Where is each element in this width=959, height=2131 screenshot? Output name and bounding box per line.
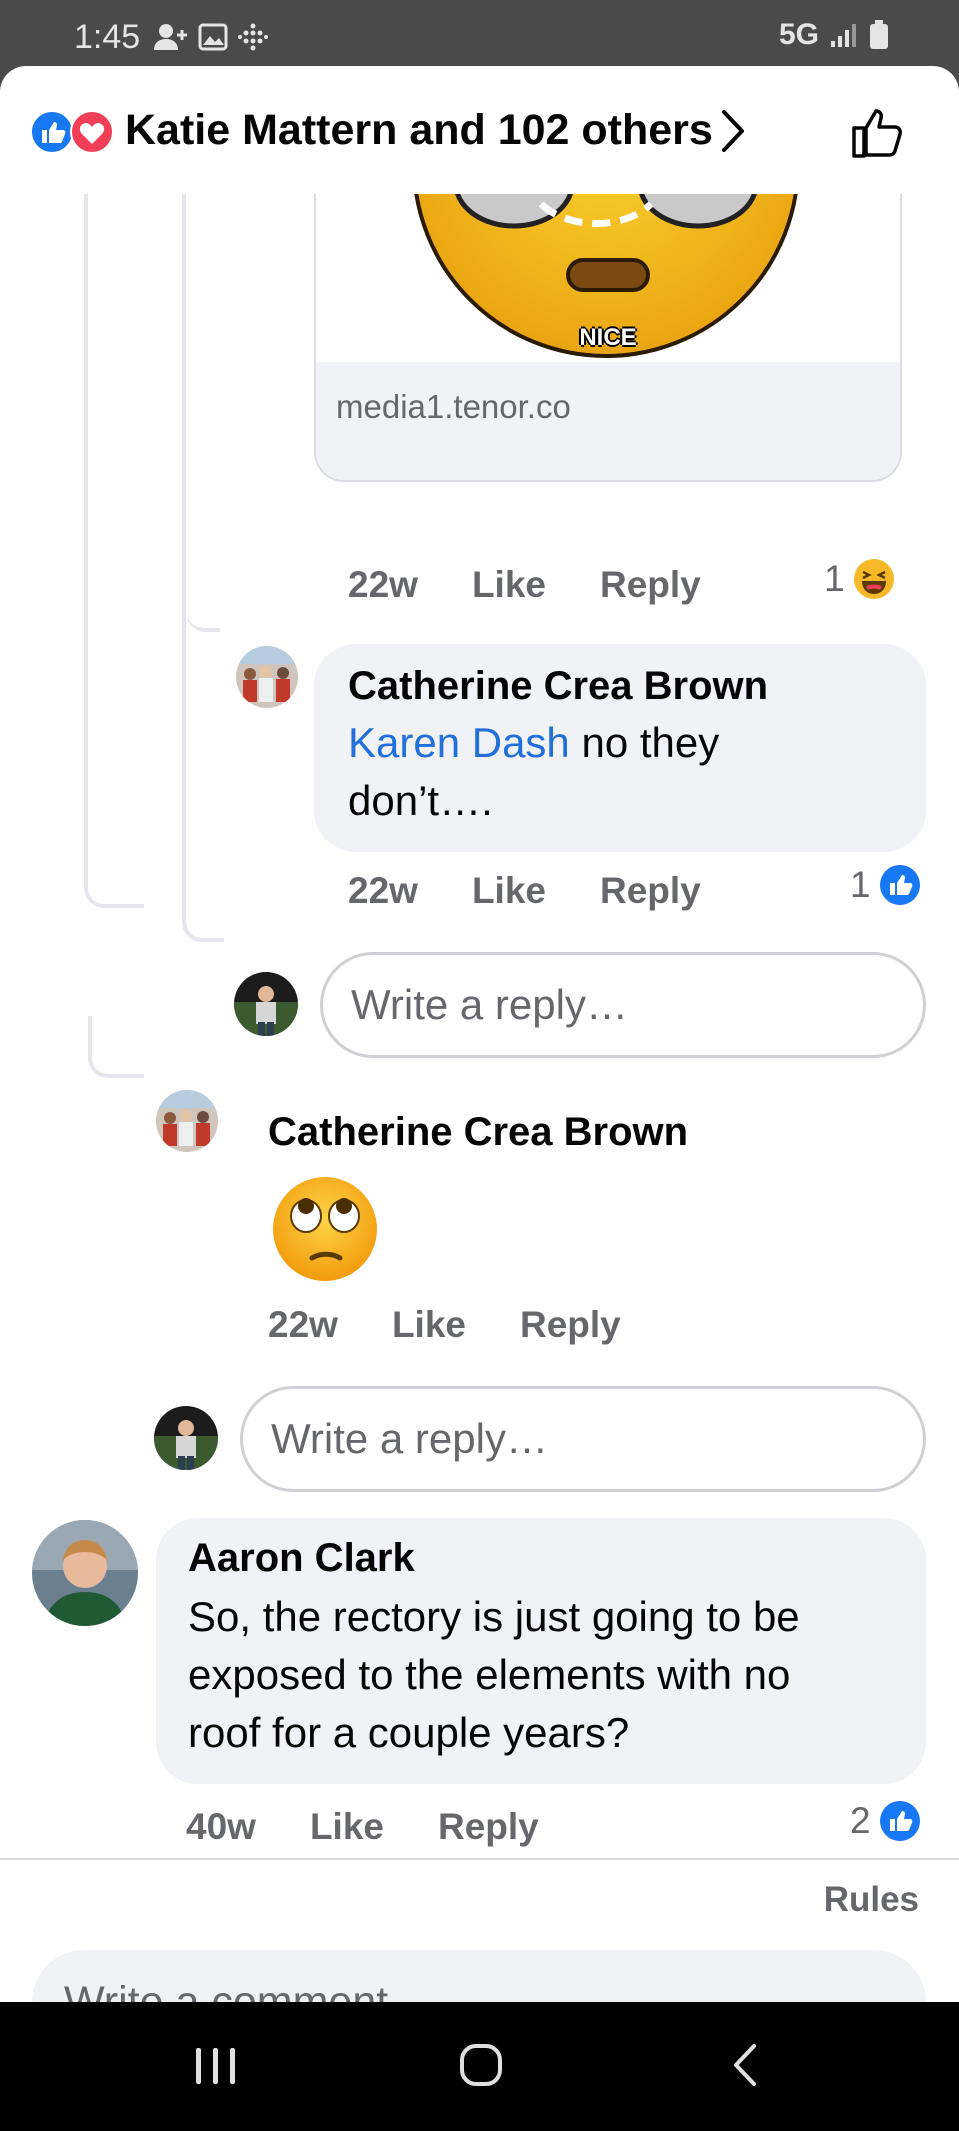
reactions-header[interactable]: Katie Mattern and 102 others <box>0 66 959 194</box>
reply-button[interactable]: Reply <box>600 870 701 912</box>
reply-button[interactable]: Reply <box>520 1304 621 1346</box>
comment-input[interactable]: Write a comment… <box>32 1950 926 2002</box>
comment-time[interactable]: 40w <box>186 1806 256 1848</box>
reaction-count[interactable]: 1 <box>850 864 921 906</box>
rules-link[interactable]: Rules <box>824 1880 919 1920</box>
avatar[interactable] <box>32 1520 138 1626</box>
status-time: 1:45 <box>74 18 141 56</box>
dots-grid-icon <box>238 23 268 51</box>
comment-author[interactable]: Catherine Crea Brown <box>268 1110 688 1155</box>
like-icon[interactable] <box>850 104 906 160</box>
chevron-right-icon[interactable] <box>718 108 748 154</box>
status-right: 5G <box>779 18 889 52</box>
comment-text-rest: no they <box>569 719 720 766</box>
avatar[interactable] <box>236 646 298 708</box>
comment-author[interactable]: Aaron Clark <box>188 1536 415 1581</box>
comment-author[interactable]: Catherine Crea Brown <box>348 664 768 709</box>
comment-bubble[interactable]: Aaron Clark So, the rectory is just goin… <box>156 1518 926 1784</box>
thread-line-inner <box>182 194 224 942</box>
gif-preview[interactable]: NICE <box>316 194 900 362</box>
reply-placeholder: Write a reply… <box>271 1415 548 1462</box>
battery-icon <box>870 20 888 49</box>
reply-button[interactable]: Reply <box>438 1806 539 1848</box>
comment-time[interactable]: 22w <box>268 1304 338 1346</box>
haha-emoji-icon <box>853 559 894 599</box>
comment-text: So, the rectory is just going to be expo… <box>188 1588 918 1762</box>
reaction-count[interactable]: 2 <box>850 1800 921 1842</box>
recent-apps-icon[interactable] <box>194 2046 238 2086</box>
my-avatar <box>154 1406 218 1470</box>
eye-roll-emoji-icon <box>273 1177 377 1281</box>
comments-sheet: Katie Mattern and 102 others NICE media1… <box>0 66 959 2002</box>
gif-caption: NICE <box>579 324 637 351</box>
like-button[interactable]: Like <box>392 1304 466 1346</box>
reply-input[interactable]: Write a reply… <box>240 1386 926 1492</box>
reactions-summary[interactable]: Katie Mattern and 102 others <box>125 106 713 155</box>
comment-time[interactable]: 22w <box>348 870 418 912</box>
thread-line-branch-2 <box>88 1016 144 1078</box>
comment-text-line1: So, the rectory is just going to be <box>188 1593 800 1640</box>
link-domain[interactable]: media1.tenor.co <box>336 388 571 426</box>
reaction-count-value: 1 <box>850 864 871 905</box>
link-footer[interactable]: media1.tenor.co <box>316 362 900 480</box>
comment-text-line3: roof for a couple years? <box>188 1709 630 1756</box>
link-preview-card[interactable]: NICE media1.tenor.co <box>314 194 902 482</box>
comment-actions: 22w Like Reply <box>348 870 755 912</box>
image-icon <box>198 23 228 51</box>
comment-bubble[interactable]: Catherine Crea Brown Karen Dash no they … <box>314 644 926 852</box>
like-button[interactable]: Like <box>472 870 546 912</box>
like-reaction-icon <box>879 865 920 905</box>
status-bar: 1:45 5G <box>0 0 959 66</box>
comments-list[interactable]: NICE media1.tenor.co 22w Like Reply 1 Ca… <box>0 194 959 1858</box>
like-reaction-icon <box>879 1801 920 1841</box>
comment-actions: 22w Like Reply <box>268 1304 675 1346</box>
comment-footer: Rules Write a comment… <box>0 1858 959 2002</box>
back-icon[interactable] <box>730 2042 760 2088</box>
reply-button[interactable]: Reply <box>600 564 701 606</box>
signal-icon <box>831 24 856 47</box>
network-label: 5G <box>778 18 819 51</box>
comment-actions: 40w Like Reply <box>186 1806 593 1848</box>
thread-line-outer <box>84 194 144 908</box>
reaction-icons <box>30 110 114 154</box>
comment-time[interactable]: 22w <box>348 564 418 606</box>
system-nav-bar <box>0 2002 959 2131</box>
reaction-count-value: 1 <box>824 558 845 599</box>
comment-text-line2: exposed to the elements with no <box>188 1651 791 1698</box>
comment-text: Karen Dash no they don’t…. <box>348 714 908 830</box>
comment-actions: 22w Like Reply <box>348 564 755 606</box>
rolling-eyes-emoji <box>270 1174 380 1284</box>
mention-link[interactable]: Karen Dash <box>348 719 570 766</box>
like-button[interactable]: Like <box>310 1806 384 1848</box>
comment-text-line2: don’t…. <box>348 777 493 824</box>
reaction-count-value: 2 <box>850 1800 871 1841</box>
home-icon[interactable] <box>458 2042 504 2088</box>
add-person-icon <box>154 24 187 50</box>
comment-placeholder: Write a comment… <box>64 1977 432 2003</box>
reaction-count[interactable]: 1 <box>824 558 895 600</box>
my-avatar <box>234 972 298 1036</box>
avatar[interactable] <box>156 1090 218 1152</box>
like-button[interactable]: Like <box>472 564 546 606</box>
reply-placeholder: Write a reply… <box>351 981 628 1028</box>
reply-input[interactable]: Write a reply… <box>320 952 926 1058</box>
status-notification-icons <box>152 22 268 52</box>
